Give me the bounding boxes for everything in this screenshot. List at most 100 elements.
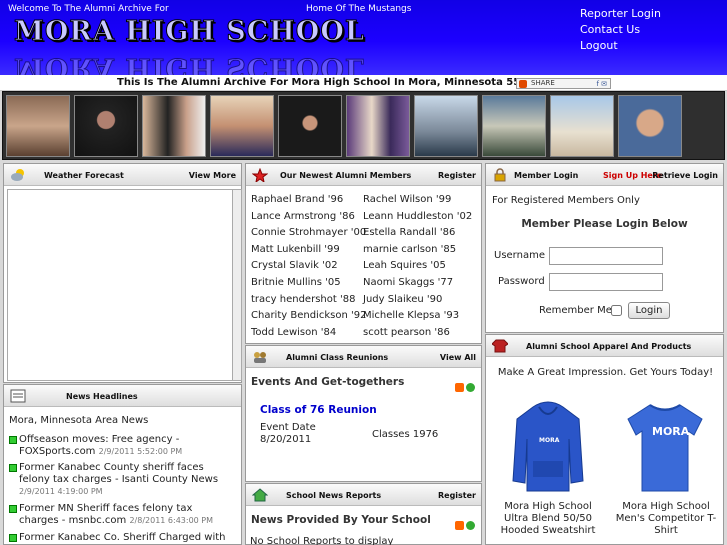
rss-icon[interactable]	[455, 521, 464, 530]
member-name[interactable]: Charity Bendickson '92	[251, 310, 366, 321]
news-item-date: 2/8/2011 6:43:00 PM	[129, 516, 214, 525]
weather-header: Weather Forecast View More	[4, 164, 241, 186]
news-item-text[interactable]: Former Kanabec Co. Sheriff Charged with …	[19, 532, 226, 545]
school-news-panel: School News Reports Register News Provid…	[245, 483, 482, 545]
newspaper-icon	[10, 389, 26, 403]
bullet-icon	[9, 464, 17, 472]
alumni-photo[interactable]	[74, 95, 138, 157]
member-name[interactable]: Rachel Wilson '99	[363, 194, 451, 205]
member-name[interactable]: Raphael Brand '96	[251, 194, 343, 205]
member-name[interactable]: Connie Strohmayer '00	[251, 227, 366, 238]
bullet-icon	[9, 534, 17, 542]
password-input[interactable]	[549, 273, 663, 291]
news-item[interactable]: Offseason moves: Free agency - FOXSports…	[9, 434, 235, 458]
alumni-photo[interactable]	[414, 95, 478, 157]
add-icon[interactable]	[466, 383, 475, 392]
event-date: 8/20/2011	[260, 434, 312, 445]
hoodie-image[interactable]: MORA	[511, 399, 585, 496]
news-title: News Headlines	[66, 392, 138, 401]
weather-widget[interactable]	[7, 189, 234, 381]
news-item[interactable]: Former Kanabec County sheriff faces felo…	[9, 462, 235, 498]
news-item-date: 2/9/2011 4:19:00 PM	[19, 487, 103, 496]
retrieve-login-link[interactable]: Retrieve Login	[652, 171, 718, 180]
bullet-icon	[9, 505, 17, 513]
weather-scrollbar[interactable]	[232, 189, 242, 381]
shirt-icon	[491, 339, 509, 353]
view-more-link[interactable]: View More	[189, 171, 236, 180]
weather-panel: Weather Forecast View More	[3, 163, 242, 383]
rss-icon[interactable]	[455, 383, 464, 392]
school-news-header: School News Reports Register	[246, 484, 481, 506]
school-news-register-link[interactable]: Register	[438, 491, 476, 500]
weather-title: Weather Forecast	[44, 171, 124, 180]
member-name[interactable]: Leann Huddleston '02	[363, 211, 472, 222]
alumni-photo[interactable]	[210, 95, 274, 157]
alumni-photo[interactable]	[550, 95, 614, 157]
school-news-empty: No School Reports to display	[250, 536, 394, 545]
alumni-photo[interactable]	[618, 95, 682, 157]
reunion-event-link[interactable]: Class of 76 Reunion	[260, 404, 377, 416]
remember-checkbox[interactable]	[611, 305, 622, 316]
news-area-heading: Mora, Minnesota Area News	[9, 415, 149, 426]
school-name-reflection: MORA HIGH SCHOOL	[14, 52, 366, 76]
school-news-subtitle: News Provided By Your School	[251, 514, 431, 526]
member-name[interactable]: tracy hendershot '88	[251, 294, 355, 305]
welcome-text: Welcome To The Alumni Archive For	[8, 4, 169, 14]
share-button[interactable]: SHARE f ✉	[516, 78, 611, 89]
member-name[interactable]: scott pearson '86	[363, 327, 450, 338]
tshirt-image[interactable]: MORA	[626, 399, 704, 496]
member-name[interactable]: Matt Lukenbill '99	[251, 244, 340, 255]
member-name[interactable]: Estella Randall '86	[363, 227, 455, 238]
social-icons: f ✉	[596, 80, 607, 88]
news-item-text[interactable]: Former Kanabec County sheriff faces felo…	[19, 462, 218, 485]
reunions-title: Alumni Class Reunions	[286, 353, 389, 362]
reporter-login-link[interactable]: Reporter Login	[580, 6, 661, 22]
photo-strip	[2, 91, 725, 160]
apparel-intro: Make A Great Impression. Get Yours Today…	[497, 367, 714, 378]
event-date-label: Event Date	[260, 422, 316, 433]
newest-members-panel: Our Newest Alumni Members Register Rapha…	[245, 163, 482, 344]
login-button[interactable]: Login	[628, 302, 670, 319]
top-links: Reporter Login Contact Us Logout	[580, 6, 661, 54]
alumni-photo[interactable]	[142, 95, 206, 157]
member-name[interactable]: Britnie Mullins '05	[251, 277, 341, 288]
reunions-subtitle: Events And Get-togethers	[251, 376, 405, 388]
tshirt-name[interactable]: Mora High School Men's Competitor T-Shir…	[614, 501, 718, 537]
logout-link[interactable]: Logout	[580, 38, 661, 54]
star-icon	[251, 167, 269, 184]
view-all-link[interactable]: View All	[440, 353, 476, 362]
mascot-text: Home Of The Mustangs	[306, 4, 412, 14]
tagline: This Is The Alumni Archive For Mora High…	[117, 77, 542, 88]
hoodie-name[interactable]: Mora High School Ultra Blend 50/50 Hoode…	[492, 501, 604, 537]
reunions-header: Alumni Class Reunions View All	[246, 346, 481, 368]
member-name[interactable]: marnie carlson '85	[363, 244, 456, 255]
username-input[interactable]	[549, 247, 663, 265]
member-name[interactable]: Crystal Slavik '02	[251, 260, 338, 271]
apparel-title: Alumni School Apparel And Products	[526, 342, 692, 351]
add-icon[interactable]	[466, 521, 475, 530]
alumni-photo[interactable]	[278, 95, 342, 157]
remember-label: Remember Me	[539, 305, 612, 316]
member-name[interactable]: Todd Lewison '84	[251, 327, 336, 338]
member-name[interactable]: Judy Slaikeu '90	[363, 294, 442, 305]
member-name[interactable]: Naomi Skaggs '77	[363, 277, 453, 288]
alumni-photo[interactable]	[346, 95, 410, 157]
alumni-photo[interactable]	[6, 95, 70, 157]
member-name[interactable]: Leah Squires '05	[363, 260, 446, 271]
password-label: Password	[498, 276, 545, 287]
news-item[interactable]: Former Kanabec Co. Sheriff Charged with …	[9, 532, 235, 545]
news-panel: News Headlines Mora, Minnesota Area News…	[3, 384, 242, 545]
contact-us-link[interactable]: Contact Us	[580, 22, 661, 38]
event-classes: Classes 1976	[372, 429, 439, 440]
lock-icon	[492, 168, 508, 182]
news-item[interactable]: Former MN Sheriff faces felony tax charg…	[9, 503, 235, 527]
member-name[interactable]: Lance Armstrong '86	[251, 211, 355, 222]
apparel-header: Alumni School Apparel And Products	[486, 335, 723, 357]
bullet-icon	[9, 436, 17, 444]
member-name[interactable]: Michelle Klepsa '93	[363, 310, 459, 321]
alumni-photo[interactable]	[482, 95, 546, 157]
school-news-feed-icons	[455, 515, 475, 534]
news-item-date: 2/9/2011 5:52:00 PM	[98, 447, 183, 456]
tagline-bar: This Is The Alumni Archive For Mora High…	[0, 75, 727, 91]
register-link[interactable]: Register	[438, 171, 476, 180]
